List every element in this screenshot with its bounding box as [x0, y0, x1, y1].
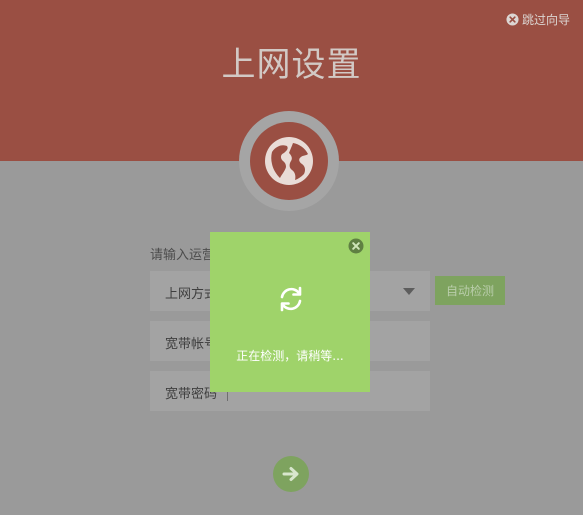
- chevron-down-icon: [403, 288, 415, 295]
- skip-wizard-label: 跳过向导: [521, 13, 570, 27]
- arrow-right-icon: [282, 467, 299, 481]
- detecting-dialog: 正在检测，请稍等...: [210, 232, 370, 392]
- globe-badge: [250, 122, 328, 200]
- form-hint: 请输入运营: [150, 248, 216, 263]
- detecting-message: 正在检测，请稍等...: [236, 349, 344, 363]
- globe-icon: [265, 137, 313, 185]
- close-circle-icon: [506, 13, 519, 26]
- next-button[interactable]: [273, 456, 309, 492]
- refresh-icon: [280, 286, 302, 312]
- page-title: 上网设置: [221, 45, 362, 85]
- skip-wizard-button[interactable]: 跳过向导: [506, 11, 570, 28]
- close-circle-icon[interactable]: [348, 238, 364, 254]
- auto-detect-button[interactable]: 自动检测: [435, 276, 505, 305]
